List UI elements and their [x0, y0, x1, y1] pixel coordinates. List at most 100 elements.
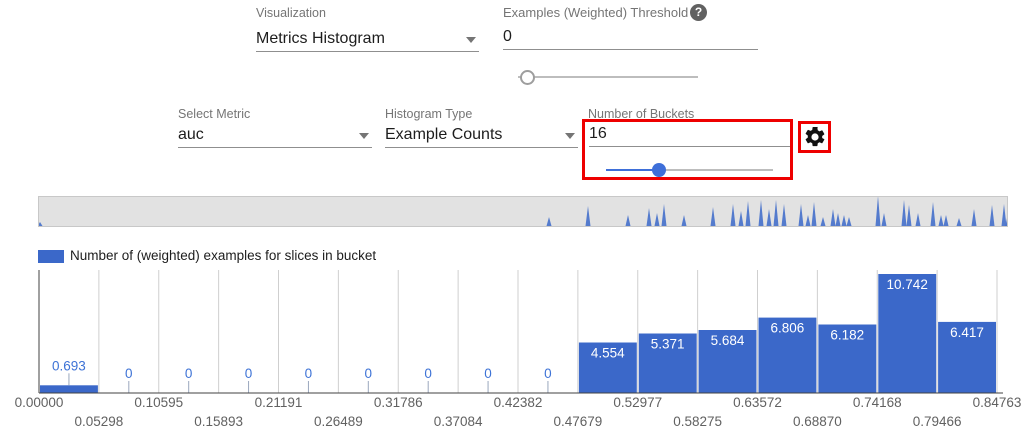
visualization-label: Visualization [256, 6, 326, 20]
number-of-buckets-value: 16 [589, 123, 791, 145]
overview-spike [944, 215, 949, 226]
overview-spike [586, 206, 591, 226]
x-tick-label: 0.10595 [134, 395, 183, 410]
bar-value-label: 0 [305, 366, 313, 381]
visualization-select[interactable]: Metrics Histogram [256, 28, 479, 52]
x-tick-label: 0.52977 [613, 395, 662, 410]
bar-value-label: 0 [245, 366, 253, 381]
overview-spike [842, 215, 847, 226]
x-tick-label: 0.15893 [194, 414, 243, 429]
threshold-slider-thumb[interactable] [520, 70, 535, 85]
overview-spike [972, 209, 977, 226]
histogram-type-label: Histogram Type [385, 107, 472, 121]
overview-spike [916, 213, 921, 226]
overview-spike [876, 197, 881, 226]
slices-overview-strip[interactable] [38, 196, 1008, 227]
overview-spike [931, 202, 936, 226]
overview-spike [767, 209, 772, 226]
threshold-value: 0 [503, 26, 758, 48]
overview-spike [782, 204, 787, 226]
bar-value-label: 6.417 [950, 325, 984, 340]
gear-icon[interactable] [803, 125, 827, 149]
legend-label: Number of (weighted) examples for slices… [70, 248, 376, 263]
overview-spike [39, 222, 43, 226]
metric-select[interactable]: auc [178, 124, 372, 148]
x-tick-label: 0.00000 [15, 395, 64, 410]
x-tick-label: 0.37084 [434, 414, 483, 429]
number-of-buckets-label: Number of Buckets [588, 107, 694, 121]
overview-spike [902, 200, 907, 226]
chevron-down-icon [359, 133, 369, 139]
overview-spike [907, 205, 912, 226]
overview-spike [626, 215, 631, 226]
bar-value-label: 4.554 [591, 346, 625, 361]
x-tick-label: 0.74168 [853, 395, 902, 410]
legend-swatch [38, 250, 64, 263]
visualization-value: Metrics Histogram [256, 28, 479, 50]
bar-value-label: 0.693 [52, 358, 86, 373]
buckets-slider-fill [606, 169, 659, 171]
buckets-slider[interactable] [606, 169, 773, 171]
overview-spike [711, 207, 716, 226]
overview-spike [799, 204, 804, 226]
bar-value-label: 5.684 [711, 333, 745, 348]
x-tick-label: 0.47679 [553, 414, 602, 429]
bar-value-label: 0 [484, 366, 492, 381]
overview-spike [812, 202, 817, 226]
x-tick-label: 0.84763 [973, 395, 1022, 410]
overview-spike [547, 217, 552, 226]
overview-spike [939, 215, 944, 226]
overview-spike [847, 217, 852, 226]
overview-spike [821, 217, 826, 226]
overview-spike [831, 209, 836, 226]
chevron-down-icon [565, 133, 575, 139]
overview-spike [731, 204, 736, 226]
bar-value-label: 0 [125, 366, 133, 381]
overview-spike [882, 213, 887, 226]
overview-spike [739, 211, 744, 226]
select-metric-label: Select Metric [178, 107, 250, 121]
overview-spike [806, 215, 811, 226]
overview-spike [662, 204, 667, 226]
x-tick-label: 0.31786 [374, 395, 423, 410]
histogram-type-value: Example Counts [385, 124, 578, 146]
overview-spike [836, 213, 841, 226]
overview-sparkline [39, 197, 1007, 226]
bar-value-label: 6.806 [771, 321, 805, 336]
bar-value-label: 0 [365, 366, 373, 381]
threshold-slider[interactable] [518, 76, 698, 78]
overview-spike [759, 200, 764, 226]
bar-value-label: 0 [185, 366, 193, 381]
histogram-type-select[interactable]: Example Counts [385, 124, 578, 148]
x-tick-label: 0.42382 [494, 395, 543, 410]
x-tick-label: 0.26489 [314, 414, 363, 429]
bar-value-label: 6.182 [830, 328, 864, 343]
bar-value-label: 10.742 [887, 277, 928, 292]
number-of-buckets-input[interactable]: 16 [589, 123, 791, 147]
x-tick-label: 0.21191 [255, 395, 303, 410]
chevron-down-icon [466, 37, 476, 43]
threshold-input[interactable]: 0 [503, 26, 758, 50]
x-tick-label: 0.05298 [74, 414, 123, 429]
buckets-slider-thumb[interactable] [652, 163, 666, 177]
x-tick-label: 0.68870 [793, 414, 842, 429]
overview-spike [647, 208, 652, 226]
overview-spike [957, 218, 962, 226]
metric-value: auc [178, 124, 372, 146]
overview-spike [746, 201, 751, 226]
bar-value-label: 0 [544, 366, 552, 381]
overview-spike [1002, 204, 1007, 226]
histogram-bar[interactable] [40, 385, 98, 393]
x-tick-label: 0.63572 [733, 395, 782, 410]
threshold-label: Examples (Weighted) Threshold [503, 5, 688, 20]
overview-spike [774, 200, 779, 226]
help-icon[interactable]: ? [690, 4, 707, 21]
x-tick-label: 0.58275 [673, 414, 722, 429]
x-tick-label: 0.79466 [913, 414, 962, 429]
overview-spike [655, 213, 660, 226]
metrics-histogram-view: Visualization Metrics Histogram Examples… [0, 0, 1024, 432]
bar-value-label: 5.371 [651, 337, 685, 352]
overview-spike [990, 205, 995, 226]
histogram-chart[interactable]: 0.693000000004.5545.3715.6846.8066.18210… [0, 266, 1024, 432]
overview-spike [682, 215, 687, 226]
